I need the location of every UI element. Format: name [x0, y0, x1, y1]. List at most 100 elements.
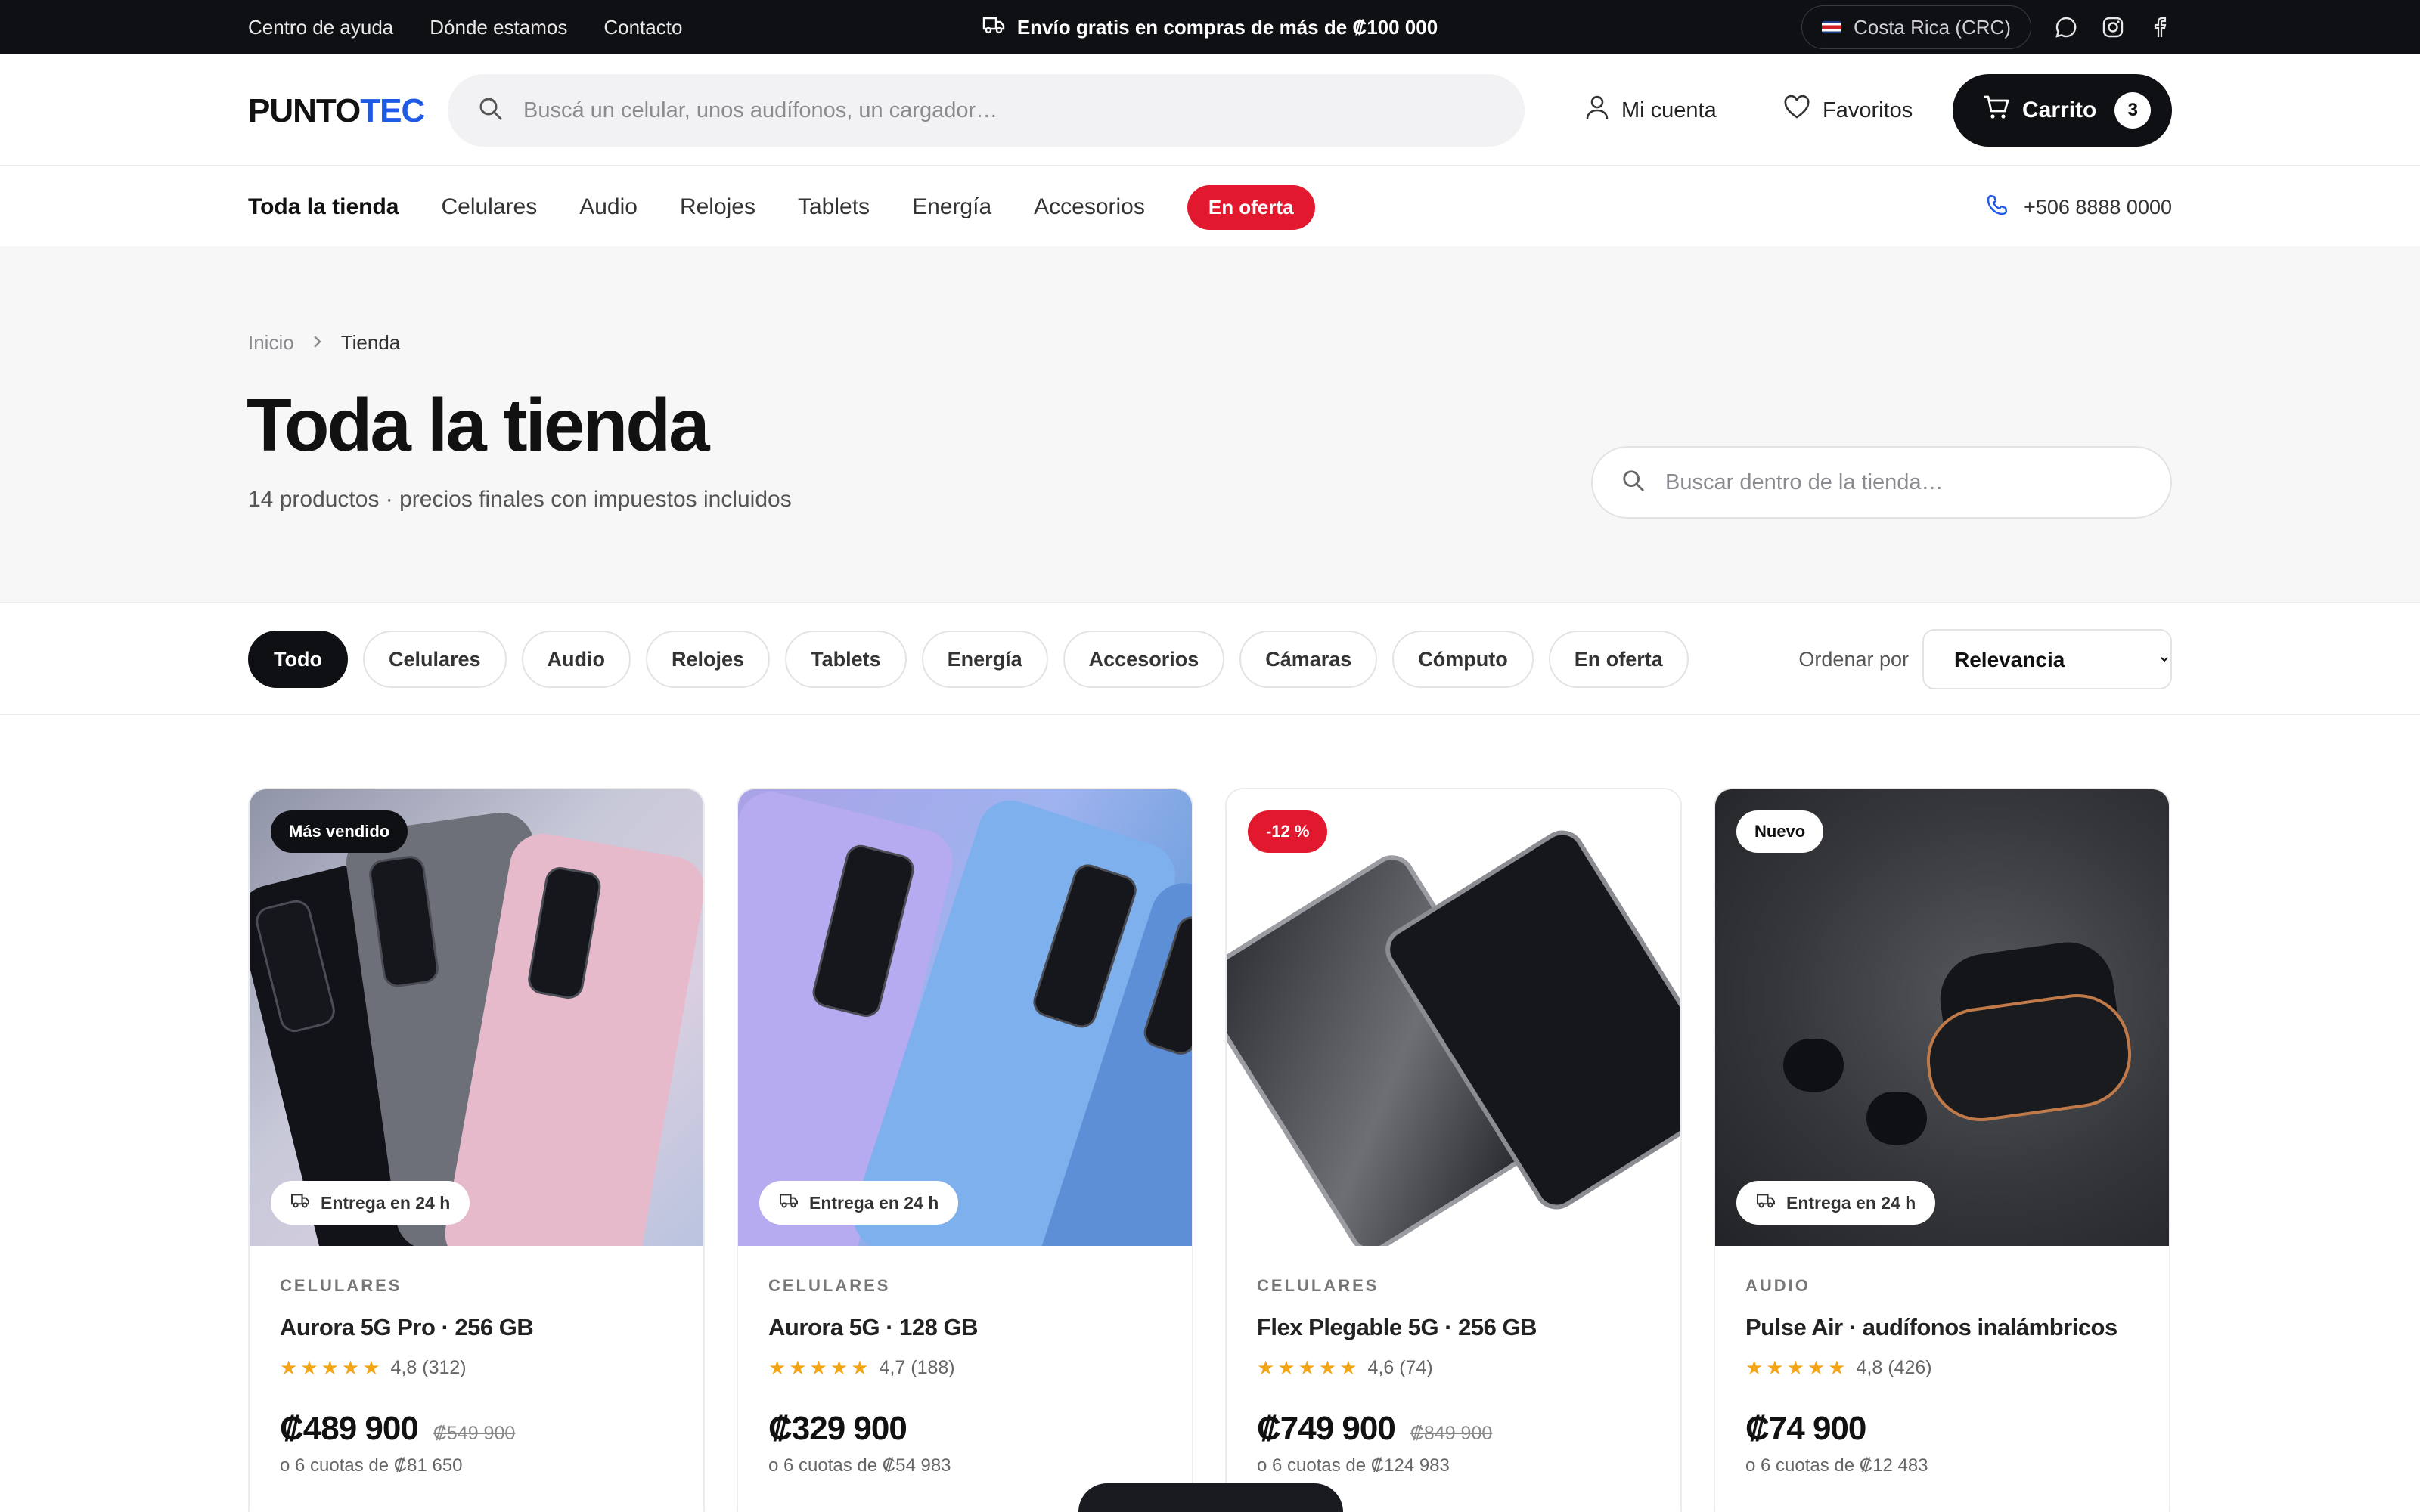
main-search	[448, 74, 1525, 147]
chip-phones[interactable]: Celulares	[362, 631, 507, 688]
store-search-input[interactable]	[1665, 469, 2134, 495]
earbud-right-shape	[1866, 1092, 1927, 1145]
product-card[interactable]: Nuevo Entrega en 24 h AUDIO Pulse Air · …	[1714, 788, 2170, 1512]
currency-label: Costa Rica (CRC)	[1853, 15, 2011, 39]
chevron-right-icon	[312, 331, 323, 355]
filter-chips: Todo Celulares Audio Relojes Tablets Ene…	[248, 631, 1689, 688]
product-category: CELULARES	[768, 1276, 891, 1295]
whatsapp-icon[interactable]	[2054, 15, 2078, 39]
chip-computing[interactable]: Cómputo	[1392, 631, 1534, 688]
nav-item-watches[interactable]: Relojes	[680, 194, 755, 220]
product-image: Nuevo Entrega en 24 h	[1715, 789, 2169, 1246]
top-right: Costa Rica (CRC)	[1801, 0, 2172, 54]
floating-toolbar[interactable]	[1078, 1483, 1343, 1512]
promo-text: Envío gratis en compras de más de ₡100 0…	[1016, 15, 1438, 39]
current-price: ₡489 900	[280, 1410, 419, 1447]
truck-icon	[290, 1192, 310, 1213]
product-info: CELULARES Aurora 5G · 128 GB ★★★★★ 4,7 (1…	[738, 1246, 1192, 1476]
product-price: ₡749 900 ₡849 900	[1257, 1410, 1650, 1448]
chip-accessories[interactable]: Accesorios	[1063, 631, 1225, 688]
logo-text-b: TEC	[360, 92, 425, 129]
installments: o 6 cuotas de ₡81 650	[280, 1455, 463, 1476]
chip-audio[interactable]: Audio	[521, 631, 631, 688]
breadcrumb-home[interactable]: Inicio	[248, 331, 294, 355]
filter-bar: Todo Celulares Audio Relojes Tablets Ene…	[0, 603, 2420, 715]
sort-select[interactable]: Relevancia	[1922, 629, 2172, 689]
nav-item-audio[interactable]: Audio	[579, 194, 638, 220]
truck-icon	[779, 1192, 799, 1213]
chip-energy[interactable]: Energía	[921, 631, 1048, 688]
star-rating-icon: ★★★★★	[768, 1356, 872, 1379]
account-link[interactable]: Mi cuenta	[1585, 74, 1717, 147]
delivery-label: Entrega en 24 h	[809, 1192, 939, 1213]
cart-icon	[1983, 94, 2010, 126]
nav-item-tablets[interactable]: Tablets	[798, 194, 870, 220]
category-nav: Toda la tienda Celulares Audio Relojes T…	[0, 168, 2420, 246]
installments: o 6 cuotas de ₡12 483	[1745, 1455, 1928, 1476]
page-title: Toda la tienda	[247, 383, 710, 466]
nav-item-accessories[interactable]: Accesorios	[1034, 194, 1145, 220]
star-rating-icon: ★★★★★	[1257, 1356, 1360, 1379]
search-icon	[478, 96, 504, 125]
chip-all[interactable]: Todo	[248, 631, 348, 688]
product-card[interactable]: Entrega en 24 h CELULARES Aurora 5G · 12…	[737, 788, 1193, 1512]
cart-label: Carrito	[2022, 98, 2097, 122]
nav-items: Toda la tienda Celulares Audio Relojes T…	[248, 168, 1315, 246]
store-search	[1591, 446, 2172, 519]
product-name[interactable]: Flex Plegable 5G · 256 GB	[1257, 1314, 1650, 1341]
favorites-link[interactable]: Favoritos	[1783, 74, 1913, 147]
chip-cameras[interactable]: Cámaras	[1239, 631, 1378, 688]
search-input[interactable]	[523, 98, 1431, 123]
product-card[interactable]: Más vendido Entrega en 24 h CELULARES Au…	[248, 788, 705, 1512]
badge-new: Nuevo	[1736, 810, 1824, 853]
heart-icon	[1783, 94, 1810, 125]
chip-tablets[interactable]: Tablets	[785, 631, 907, 688]
sort-control: Ordenar por Relevancia	[1798, 629, 2172, 689]
breadcrumb-current: Tienda	[340, 331, 401, 354]
product-price: ₡74 900	[1745, 1410, 2139, 1448]
top-bar: Centro de ayuda Dónde estamos Contacto E…	[0, 0, 2420, 54]
product-category: CELULARES	[280, 1276, 402, 1295]
delivery-tag: Entrega en 24 h	[1736, 1181, 1936, 1225]
badge-bestseller: Más vendido	[271, 810, 408, 853]
product-info: AUDIO Pulse Air · audífonos inalámbricos…	[1715, 1246, 2169, 1476]
currency-selector[interactable]: Costa Rica (CRC)	[1801, 5, 2031, 49]
nav-item-phones[interactable]: Celulares	[441, 194, 537, 220]
product-rating: ★★★★★ 4,8 (426)	[1745, 1356, 2139, 1380]
badge-discount: -12 %	[1248, 810, 1328, 853]
nav-item-all[interactable]: Toda la tienda	[248, 194, 399, 220]
page: Centro de ayuda Dónde estamos Contacto E…	[0, 0, 2420, 1512]
rating-value: 4,6 (74)	[1367, 1357, 1433, 1378]
nav-item-energy[interactable]: Energía	[912, 194, 991, 220]
costa-rica-flag-icon	[1821, 21, 1841, 33]
phone-icon	[1986, 194, 2009, 222]
facebook-icon[interactable]	[2148, 15, 2172, 39]
product-info: CELULARES Flex Plegable 5G · 256 GB ★★★★…	[1227, 1246, 1680, 1476]
page-hero: Inicio Tienda Toda la tienda 14 producto…	[0, 246, 2420, 603]
rating-value: 4,8 (312)	[390, 1357, 467, 1378]
nav-item-sale[interactable]: En oferta	[1187, 184, 1315, 230]
old-price: ₡549 900	[433, 1423, 516, 1444]
sort-label: Ordenar por	[1798, 647, 1909, 671]
product-image: Entrega en 24 h	[738, 789, 1192, 1246]
cart-button[interactable]: Carrito 3	[1953, 74, 2172, 147]
cart-count-badge: 3	[2114, 92, 2152, 129]
chip-sale[interactable]: En oferta	[1548, 631, 1689, 688]
installments: o 6 cuotas de ₡54 983	[768, 1455, 951, 1476]
current-price: ₡749 900	[1257, 1410, 1396, 1447]
product-name[interactable]: Aurora 5G Pro · 256 GB	[280, 1314, 673, 1341]
star-rating-icon: ★★★★★	[280, 1356, 383, 1379]
product-image: Más vendido Entrega en 24 h	[250, 789, 703, 1246]
favorites-label: Favoritos	[1823, 98, 1913, 122]
product-card[interactable]: -12 % CELULARES Flex Plegable 5G · 256 G…	[1225, 788, 1682, 1512]
search-icon	[1621, 469, 1646, 497]
phone-contact[interactable]: +506 8888 0000	[1986, 168, 2172, 246]
page-subtitle: 14 productos · precios finales con impue…	[248, 487, 792, 512]
product-price: ₡329 900	[768, 1410, 1162, 1448]
instagram-icon[interactable]	[2101, 15, 2125, 39]
product-name[interactable]: Aurora 5G · 128 GB	[768, 1314, 1162, 1341]
product-rating: ★★★★★ 4,6 (74)	[1257, 1356, 1650, 1380]
site-logo[interactable]: PUNTOTEC	[248, 92, 425, 130]
product-name[interactable]: Pulse Air · audífonos inalámbricos	[1745, 1314, 2139, 1341]
chip-watches[interactable]: Relojes	[646, 631, 771, 688]
